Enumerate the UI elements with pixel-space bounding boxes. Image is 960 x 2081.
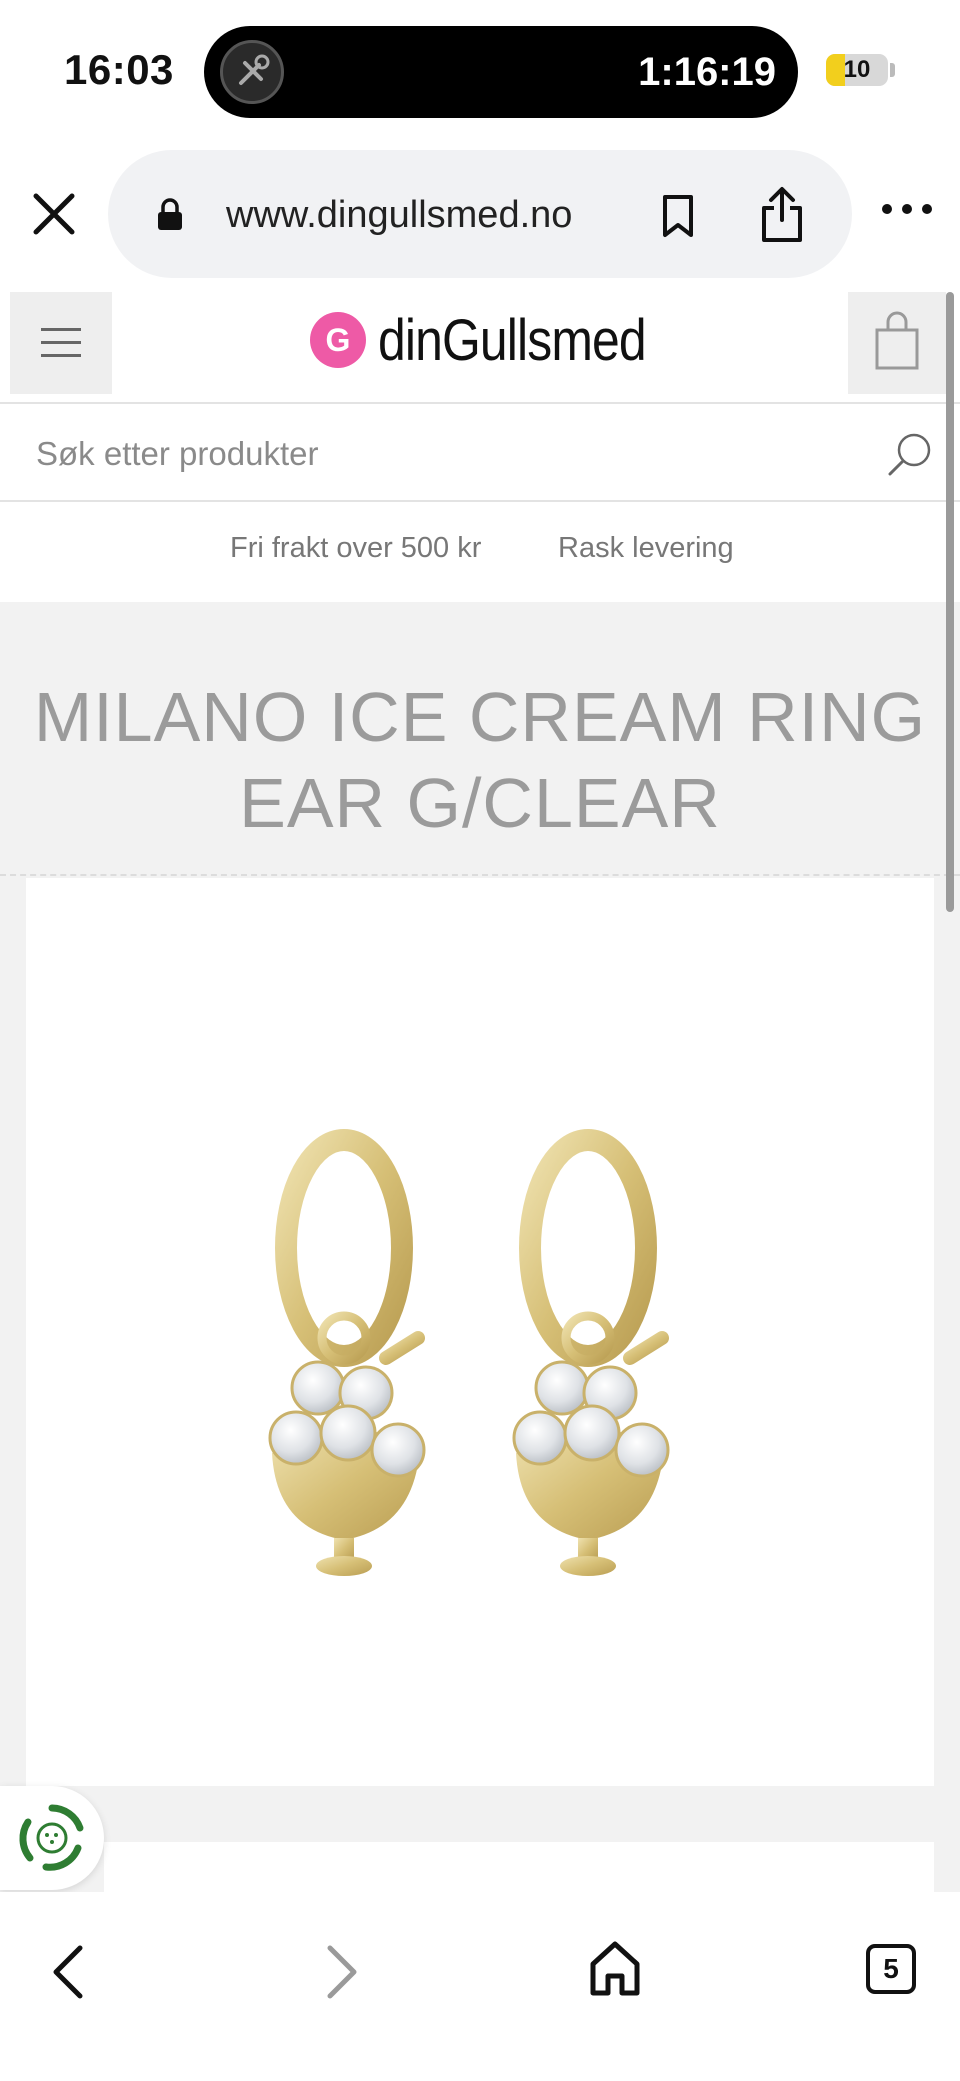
browser-toolbar: 5 [0,1892,960,2081]
usp-free-shipping: Fri frakt over 500 kr [230,532,482,564]
status-time: 16:03 [64,46,174,93]
share-icon[interactable] [758,186,806,244]
status-bar: 16:03 1:16:19 10 [0,0,960,140]
chevron-left-icon[interactable] [48,1942,88,2002]
tabs-button[interactable]: 5 [866,1944,916,1994]
dynamic-island[interactable]: 1:16:19 [204,26,798,118]
battery-icon: 10 [826,54,888,86]
cart-button[interactable] [848,292,946,394]
earring-left [268,1129,426,1576]
search-input[interactable] [36,432,856,476]
product-title: MILANO ICE CREAM RING EAR G/CLEAR [33,678,927,842]
search-icon[interactable] [886,430,934,478]
recycle-icon [19,1804,84,1871]
url-text: www.dingullsmed.no [226,194,573,236]
address-bar[interactable]: www.dingullsmed.no [108,150,852,278]
close-icon[interactable] [30,190,78,238]
hamburger-icon[interactable] [10,292,112,394]
tools-icon [220,40,284,104]
product-image[interactable] [26,878,934,1786]
lock-icon [158,198,182,230]
battery-level: 10 [843,56,871,83]
usp-row: Fri frakt over 500 kr Rask levering [0,504,960,602]
shopping-bag-icon [875,311,919,370]
bookmark-icon[interactable] [660,194,696,238]
logo-text: dinGullsmed [378,307,647,373]
more-icon[interactable] [880,202,934,216]
site-header: G dinGullsmed [0,290,960,404]
usp-fast-delivery: Rask levering [558,532,734,564]
earring-right [512,1129,670,1576]
chevron-right-icon[interactable] [322,1942,362,2002]
product-area: MILANO ICE CREAM RING EAR G/CLEAR [0,602,960,1902]
activity-timer: 1:16:19 [638,50,776,94]
home-icon[interactable] [588,1938,642,1998]
battery-nub [890,63,895,77]
browser-address-row: www.dingullsmed.no [0,140,960,280]
logo-badge: G [310,312,366,368]
scrollbar[interactable] [946,292,954,912]
earrings-image [268,1129,670,1576]
search-bar [0,406,960,502]
eco-badge[interactable] [0,1786,104,1890]
divider [0,874,960,876]
site-logo[interactable]: G dinGullsmed [310,307,689,373]
